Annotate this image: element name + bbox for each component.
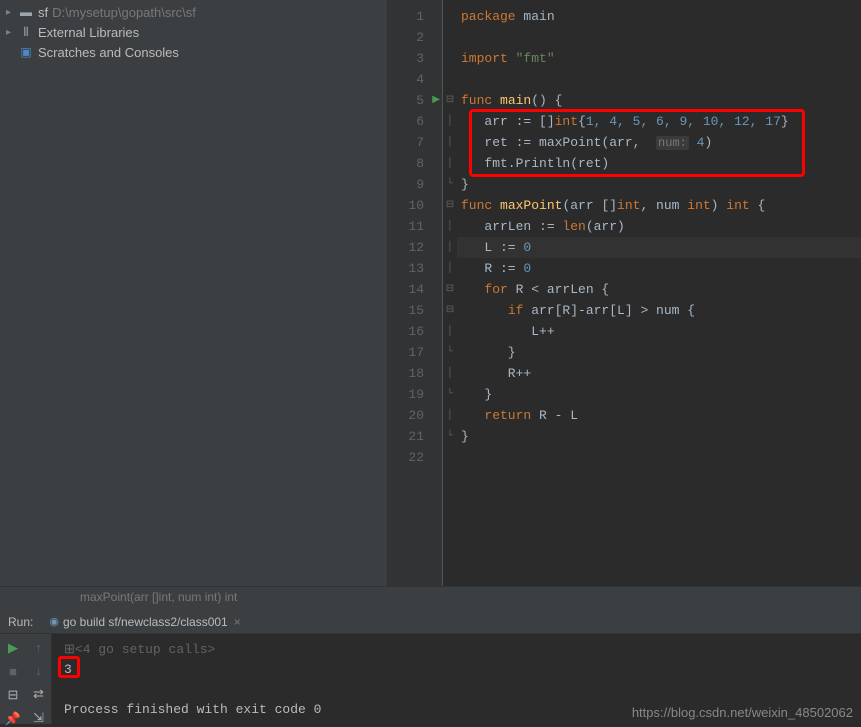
fold-icon[interactable]: ⊟: [443, 300, 457, 321]
close-icon[interactable]: ×: [234, 615, 241, 629]
line-number: 18: [388, 363, 442, 384]
highlight-annotation: [58, 656, 80, 678]
library-icon: ⫴: [18, 24, 34, 40]
code-editor[interactable]: 1 2 3 4 5▶ 6 7 8 9 10 11 12 13 14 15 16 …: [388, 0, 861, 586]
fold-icon[interactable]: ⊟: [443, 279, 457, 300]
run-header: Run: ◉ go build sf/newclass2/class001 ×: [0, 610, 861, 634]
run-label: Run:: [8, 615, 33, 629]
line-number: 19: [388, 384, 442, 405]
line-gutter: 1 2 3 4 5▶ 6 7 8 9 10 11 12 13 14 15 16 …: [388, 0, 443, 586]
line-number: 5▶: [388, 90, 442, 111]
folder-icon: ▬: [18, 4, 34, 20]
tree-path: D:\mysetup\gopath\src\sf: [52, 5, 196, 20]
chevron-right-icon: ▸: [6, 27, 18, 38]
stop-icon[interactable]: ■: [9, 664, 17, 679]
code-text[interactable]: package main import "fmt" func main() { …: [457, 0, 861, 586]
line-number: 22: [388, 447, 442, 468]
run-toolbar-right: ↑ ↓ ⇄ ⇲: [26, 634, 52, 724]
run-toolbar-left: ▶ ■ ⊟ 📌: [0, 634, 26, 724]
tree-label: Scratches and Consoles: [38, 45, 179, 60]
chevron-right-icon: ▸: [6, 7, 18, 18]
breadcrumb[interactable]: maxPoint(arr []int, num int) int: [0, 586, 861, 610]
line-number: 11: [388, 216, 442, 237]
console-line: 3: [64, 660, 849, 680]
line-number: 3: [388, 48, 442, 69]
line-number: 12: [388, 237, 442, 258]
line-number: 2: [388, 27, 442, 48]
fold-icon[interactable]: ⊟: [443, 195, 457, 216]
line-number: 1: [388, 6, 442, 27]
tree-item-libs[interactable]: ▸ ⫴ External Libraries: [0, 22, 387, 42]
layout-icon[interactable]: ⊟: [8, 687, 19, 703]
line-number: 20: [388, 405, 442, 426]
line-number: 9: [388, 174, 442, 195]
line-number: 21: [388, 426, 442, 447]
fold-icon[interactable]: ⊞: [64, 642, 75, 657]
line-number: 16: [388, 321, 442, 342]
inlay-hint: num:: [656, 136, 689, 150]
line-number: 6: [388, 111, 442, 132]
wrap-icon[interactable]: ⇄: [33, 686, 44, 702]
line-number: 17: [388, 342, 442, 363]
line-number: 14: [388, 279, 442, 300]
fold-column: ⊟ │││ └ ⊟ │││ ⊟ ⊟ │└│ └│└: [443, 0, 457, 586]
tree-item-project[interactable]: ▸ ▬ sf D:\mysetup\gopath\src\sf: [0, 2, 387, 22]
down-icon[interactable]: ↓: [35, 663, 42, 678]
tree-label: sf: [38, 5, 48, 20]
fold-icon[interactable]: ⊟: [443, 90, 457, 111]
up-icon[interactable]: ↑: [35, 640, 42, 655]
line-number: 8: [388, 153, 442, 174]
line-number: 13: [388, 258, 442, 279]
rerun-icon[interactable]: ▶: [8, 640, 18, 656]
go-icon: ◉: [49, 615, 59, 628]
line-number: 4: [388, 69, 442, 90]
run-gutter-icon[interactable]: ▶: [432, 90, 440, 111]
tree-item-scratches[interactable]: ▣ Scratches and Consoles: [0, 42, 387, 62]
watermark: https://blog.csdn.net/weixin_48502062: [632, 705, 853, 720]
scratch-icon: ▣: [18, 44, 34, 60]
tree-label: External Libraries: [38, 25, 139, 40]
pin-icon[interactable]: 📌: [5, 711, 21, 727]
project-sidebar[interactable]: ▸ ▬ sf D:\mysetup\gopath\src\sf ▸ ⫴ Exte…: [0, 0, 388, 586]
line-number: 15: [388, 300, 442, 321]
line-number: 10: [388, 195, 442, 216]
line-number: 7: [388, 132, 442, 153]
run-config-tab[interactable]: ◉ go build sf/newclass2/class001 ×: [45, 613, 244, 631]
